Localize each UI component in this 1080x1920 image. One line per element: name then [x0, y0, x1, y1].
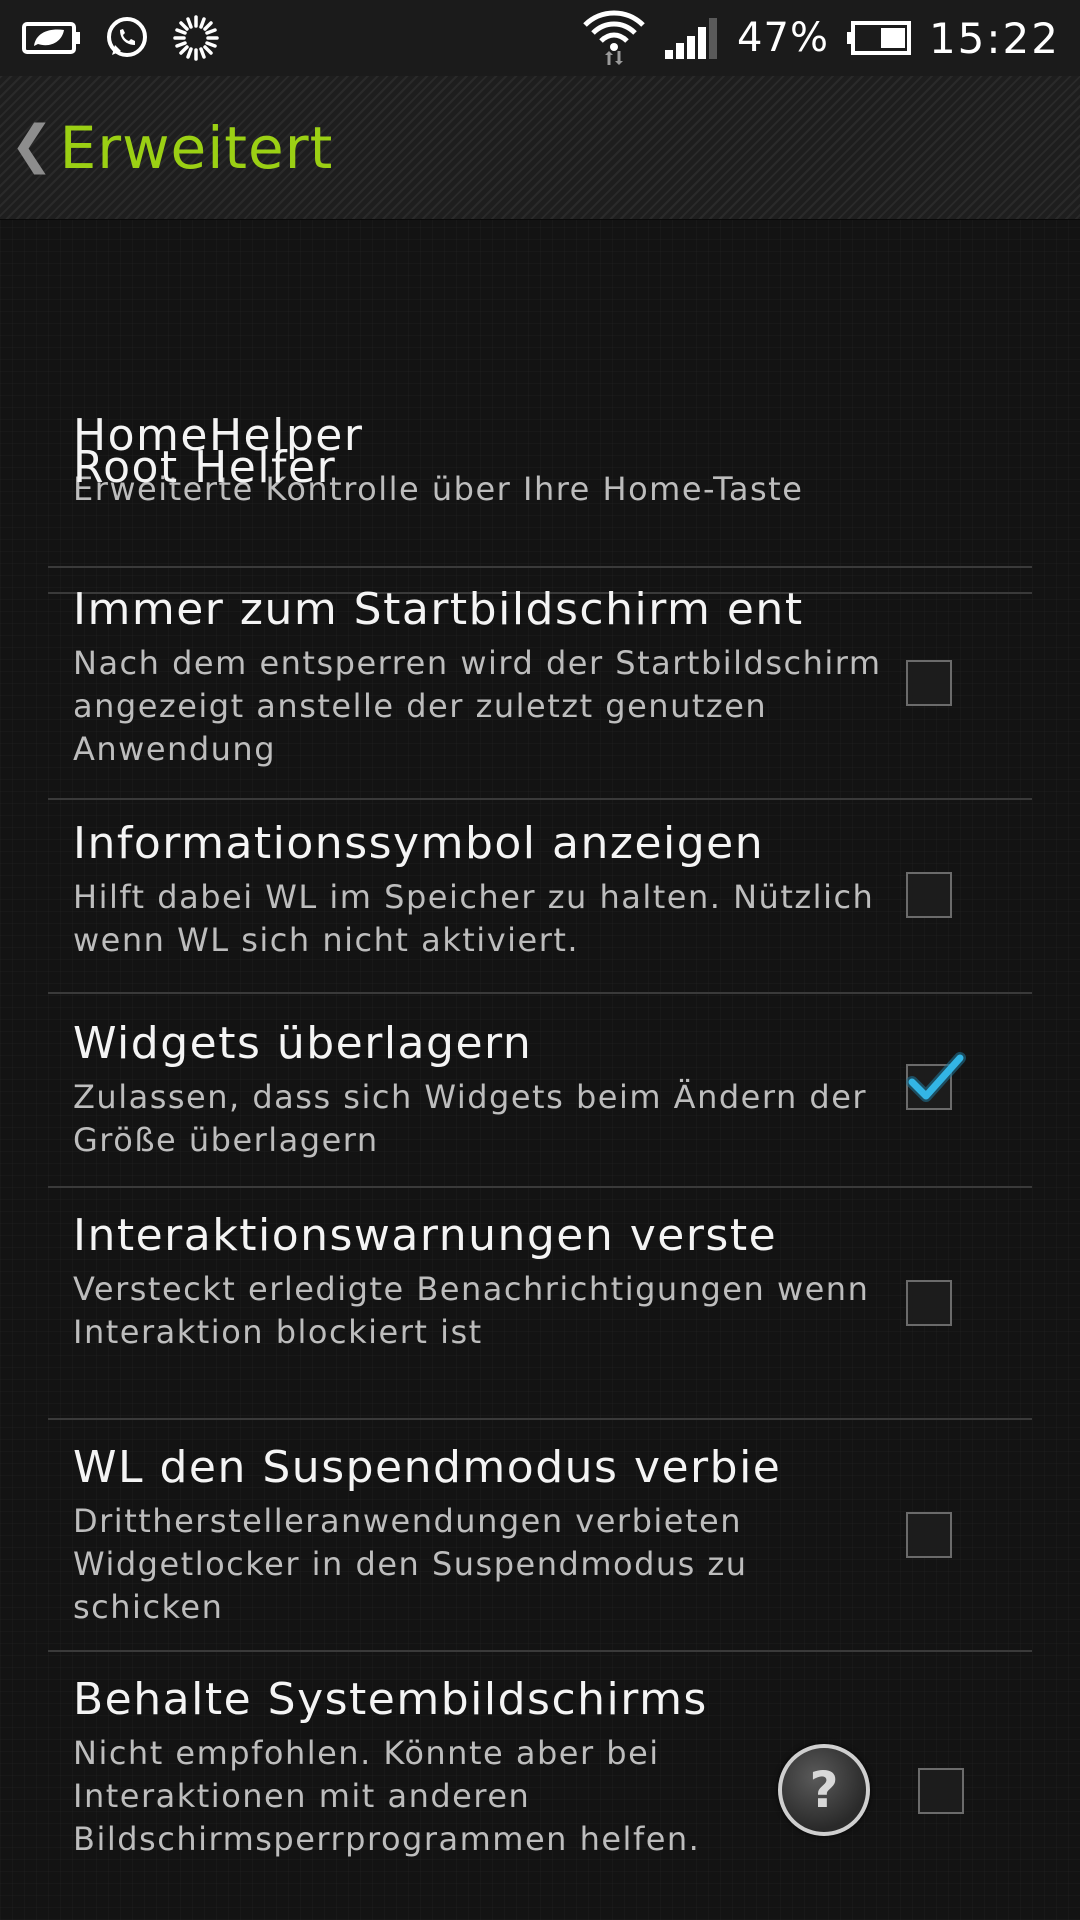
action-bar: ❮ Erweitert [0, 76, 1080, 220]
setting-text: Root Helfer [73, 440, 883, 496]
checkbox[interactable] [906, 1280, 952, 1326]
clock: 15:22 [928, 13, 1060, 63]
whatsapp-icon [107, 17, 147, 57]
chevron-left-icon[interactable]: ❮ [10, 115, 54, 175]
status-bar: 47% 15:22 [0, 0, 1080, 76]
loading-spinner-icon [173, 15, 219, 61]
setting-root-helfer[interactable]: Root Helfer [48, 374, 1032, 568]
checkbox-checked[interactable] [906, 1052, 966, 1110]
setting-summary: Drittherstelleranwendungen verbieten Wid… [73, 1502, 748, 1626]
setting-title: Immer zum Startbildschirm ent [73, 584, 804, 635]
setting-info-symbol[interactable]: Informationssymbol anzeigen Hilft dabei … [48, 800, 1032, 994]
setting-summary: Nach dem entsperren wird der Startbildsc… [73, 644, 882, 768]
setting-text: Immer zum Startbildschirm ent Nach dem e… [73, 582, 883, 771]
battery-percent: 47% [737, 15, 829, 61]
help-icon: ? [809, 1761, 839, 1819]
checkbox[interactable] [918, 1768, 964, 1814]
setting-title: Widgets überlagern [73, 1018, 533, 1069]
checkbox[interactable] [906, 1512, 952, 1558]
checkmark-icon [906, 1052, 966, 1102]
signal-icon [665, 18, 718, 59]
setting-summary: Nicht empfohlen. Könnte aber bei Interak… [73, 1734, 701, 1858]
setting-text: Interaktionswarnungen verste Versteckt e… [73, 1208, 883, 1354]
settings-list[interactable]: HomeHelper Erweiterte Kontrolle über Ihr… [0, 220, 1080, 1920]
setting-interaction-warnings[interactable]: Interaktionswarnungen verste Versteckt e… [48, 1188, 1032, 1420]
setting-suspend-mode[interactable]: WL den Suspendmodus verbie Drittherstell… [48, 1420, 1032, 1652]
battery-icon [846, 21, 911, 55]
setting-text: Informationssymbol anzeigen Hilft dabei … [73, 816, 883, 962]
wifi-icon [583, 10, 645, 65]
checkbox[interactable] [906, 660, 952, 706]
status-bar-notifications [22, 14, 220, 62]
setting-title: Behalte Systembildschirms [73, 1674, 708, 1725]
setting-widgets-overlap[interactable]: Widgets überlagern Zulassen, dass sich W… [48, 994, 1032, 1188]
setting-summary: Versteckt erledigte Benachrichtigungen w… [73, 1270, 870, 1351]
help-button[interactable]: ? [778, 1744, 870, 1836]
setting-title: Interaktionswarnungen verste [73, 1210, 778, 1261]
status-bar-system: 47% 15:22 [581, 7, 1060, 69]
setting-always-home[interactable]: Immer zum Startbildschirm ent Nach dem e… [48, 568, 1032, 800]
setting-text: WL den Suspendmodus verbie Drittherstell… [73, 1440, 883, 1629]
setting-text: Widgets überlagern Zulassen, dass sich W… [73, 1016, 883, 1162]
setting-summary: Zulassen, dass sich Widgets beim Ändern … [73, 1078, 868, 1159]
setting-text: Behalte Systembildschirms Nicht empfohle… [73, 1672, 803, 1861]
setting-title: WL den Suspendmodus verbie [73, 1442, 782, 1493]
setting-title: Root Helfer [73, 442, 337, 493]
battery-saver-icon [22, 22, 80, 54]
setting-summary: Hilft dabei WL im Speicher zu halten. Nü… [73, 878, 875, 959]
setting-title: Informationssymbol anzeigen [73, 818, 765, 869]
checkbox[interactable] [906, 872, 952, 918]
page-title[interactable]: Erweitert [60, 114, 334, 182]
setting-keep-system-screen[interactable]: Behalte Systembildschirms Nicht empfohle… [48, 1652, 1032, 1920]
